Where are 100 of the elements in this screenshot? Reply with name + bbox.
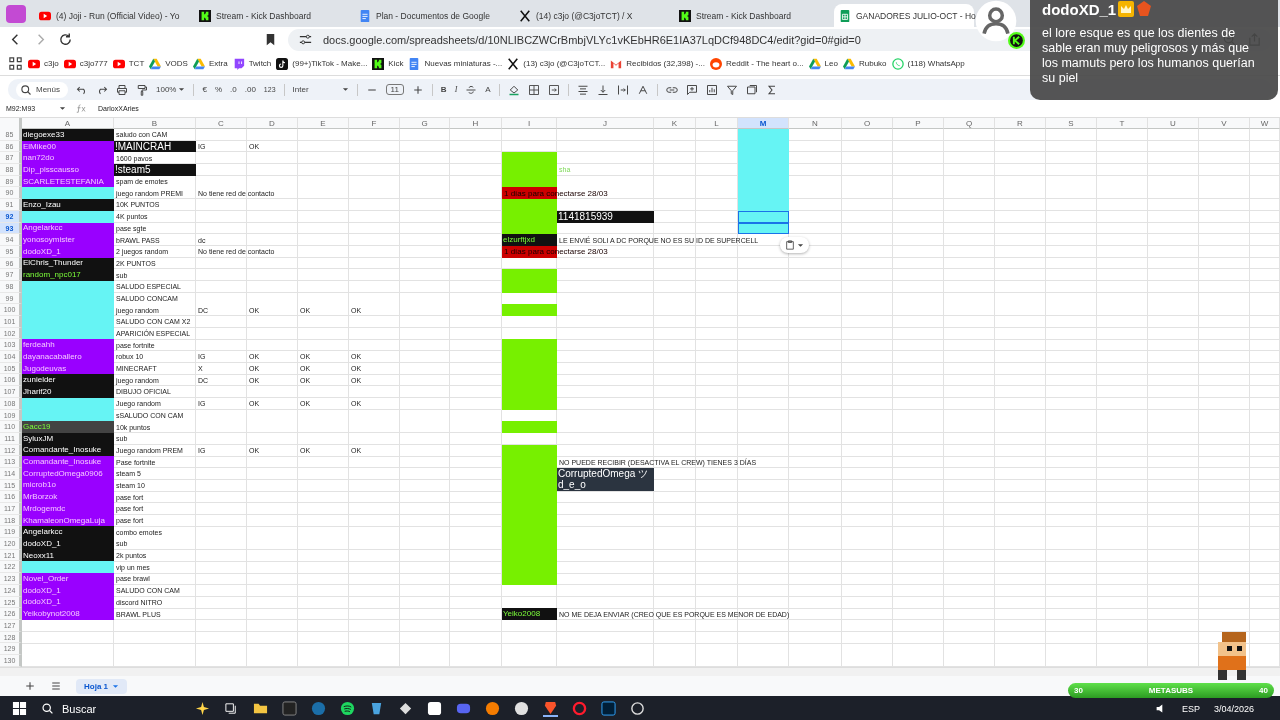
sparkle-icon[interactable] [195,701,210,716]
bookmark-link[interactable]: (118) WhatsApp [891,57,965,70]
music-app-icon[interactable] [340,701,355,716]
filled-cell[interactable]: Angelarkcc [22,526,114,539]
filled-cell[interactable]: !MAINCRAH [114,140,196,153]
font-dropdown[interactable]: Inter [292,85,349,94]
filled-cell[interactable]: elzurftjxd [502,234,557,246]
bookmark-link[interactable]: Reddit - The heart o... [709,57,804,70]
browser-tab[interactable]: Plan - Documentos de Google [354,4,512,27]
vertical-align-icon[interactable] [596,83,609,96]
chat-app-icon[interactable] [456,701,471,716]
add-sheet-icon[interactable] [24,680,36,692]
column-header[interactable]: M [738,118,789,129]
column-header[interactable]: E [298,118,349,129]
text-rotate-icon[interactable] [636,83,649,96]
tab-group-icon[interactable] [6,5,26,23]
filled-cell[interactable]: !steam5 [114,164,196,176]
merge-cells-icon[interactable] [547,83,560,96]
filled-cell[interactable]: Yeikobynot2008 [22,608,114,620]
borders-icon[interactable] [527,83,540,96]
column-header[interactable]: J [557,118,654,129]
filled-cell[interactable] [502,339,557,352]
bookmark-link[interactable]: (13) c3jo (@C3joTCT... [507,57,606,70]
column-header[interactable]: I [502,118,557,129]
filled-cell[interactable]: MrBorzok [22,491,114,503]
filled-cell[interactable]: zunielder [22,374,114,387]
bookmark-link[interactable]: Leo [808,57,838,70]
horizontal-scrollbar[interactable] [0,667,1280,676]
bookmark-link[interactable]: Nuevas miniaturas -... [408,57,503,70]
column-header[interactable]: F [349,118,400,129]
filled-cell[interactable]: nan72do [22,152,114,165]
bookmark-link[interactable]: Twitch [232,57,272,70]
app-icon[interactable] [514,701,529,716]
browser-tab[interactable]: (4) Joji - Run (Official Video) - Yo [34,4,192,27]
filled-cell[interactable] [502,444,557,457]
reload-icon[interactable] [58,32,73,47]
app-icon[interactable] [485,701,500,716]
bookmark-link[interactable]: Extra [192,57,228,70]
lion-shield-icon[interactable] [543,700,558,717]
column-header[interactable]: T [1097,118,1148,129]
ring-icon[interactable] [572,701,587,716]
bookmark-link[interactable]: Kick [372,57,404,70]
filter-views-icon[interactable] [745,83,758,96]
align-icon[interactable] [576,83,589,96]
decrease-decimals-button[interactable]: .0 [230,85,237,94]
column-header[interactable]: B [114,118,196,129]
filled-cell[interactable] [738,129,789,141]
filled-cell[interactable]: ferdeahh [22,339,114,352]
comment-icon[interactable] [685,83,698,96]
taskbar-search-field[interactable]: Buscar [41,702,181,715]
column-header[interactable]: P [893,118,944,129]
browser-tab[interactable]: (14) c3jo (@C3joTCT) / X [514,4,672,27]
text-color-button[interactable]: A [485,85,491,94]
bold-button[interactable]: B [440,85,447,94]
app-icon[interactable] [369,701,384,716]
folder-icon[interactable] [253,701,268,716]
chart-icon[interactable] [705,83,718,96]
image-editor-icon[interactable] [601,701,616,716]
filled-cell[interactable] [502,269,557,281]
filled-cell[interactable]: Mrdogemdc [22,503,114,515]
column-header[interactable]: H [450,118,502,129]
clock-date[interactable]: 3/04/2026 [1213,703,1268,714]
column-header[interactable]: O [842,118,893,129]
filled-cell[interactable]: 1141815939 [557,210,654,223]
strikethrough-icon[interactable] [465,83,478,96]
bookmark-link[interactable]: Rubuko [842,57,887,70]
browser-tab[interactable]: Stream - Kick Dashboard [674,4,832,27]
filled-cell[interactable] [502,199,557,211]
browser-tab[interactable]: GANADORES JULIO-OCT - Ho [834,4,974,27]
task-view-icon[interactable] [224,701,239,716]
filled-cell[interactable]: Yeiko2008 [502,608,557,620]
bookmark-link[interactable]: Recibidos (32,398) -... [610,57,705,70]
filled-cell[interactable]: random_npc017 [22,269,114,281]
column-header[interactable]: Q [944,118,995,129]
filled-cell[interactable] [22,187,114,200]
column-header[interactable]: W [1250,118,1280,129]
sheet-tab[interactable]: Hoja 1 [76,678,127,694]
font-size-field[interactable]: 11 [385,84,404,95]
keyboard-language[interactable]: ESP [1181,703,1200,714]
apps-grid-icon[interactable] [8,56,23,71]
filled-cell[interactable]: CorruptedOmega ツ [557,467,654,480]
plus-icon[interactable] [411,83,424,96]
filled-cell[interactable] [502,304,557,316]
filled-cell[interactable]: dodoXD_1 [22,538,114,550]
filled-cell[interactable]: Enzo_Izau [22,199,114,211]
column-header[interactable]: R [995,118,1046,129]
filled-cell[interactable]: Novel_Order [22,573,114,585]
filled-cell[interactable]: Gacc19 [22,421,114,433]
filter-icon[interactable] [725,83,738,96]
paint-roller-icon[interactable] [136,83,148,96]
bookmark-link[interactable]: c3jo [28,57,59,70]
percent-format-button[interactable]: % [214,85,223,94]
currency-format-button[interactable]: € [202,85,207,94]
column-header[interactable]: G [400,118,450,129]
filled-cell[interactable] [502,152,557,165]
column-header[interactable]: D [247,118,298,129]
column-header[interactable]: C [196,118,247,129]
app-icon[interactable] [398,701,413,716]
bookmark-link[interactable]: TCT [112,57,145,70]
filled-cell[interactable]: yonosoymister [22,234,114,246]
